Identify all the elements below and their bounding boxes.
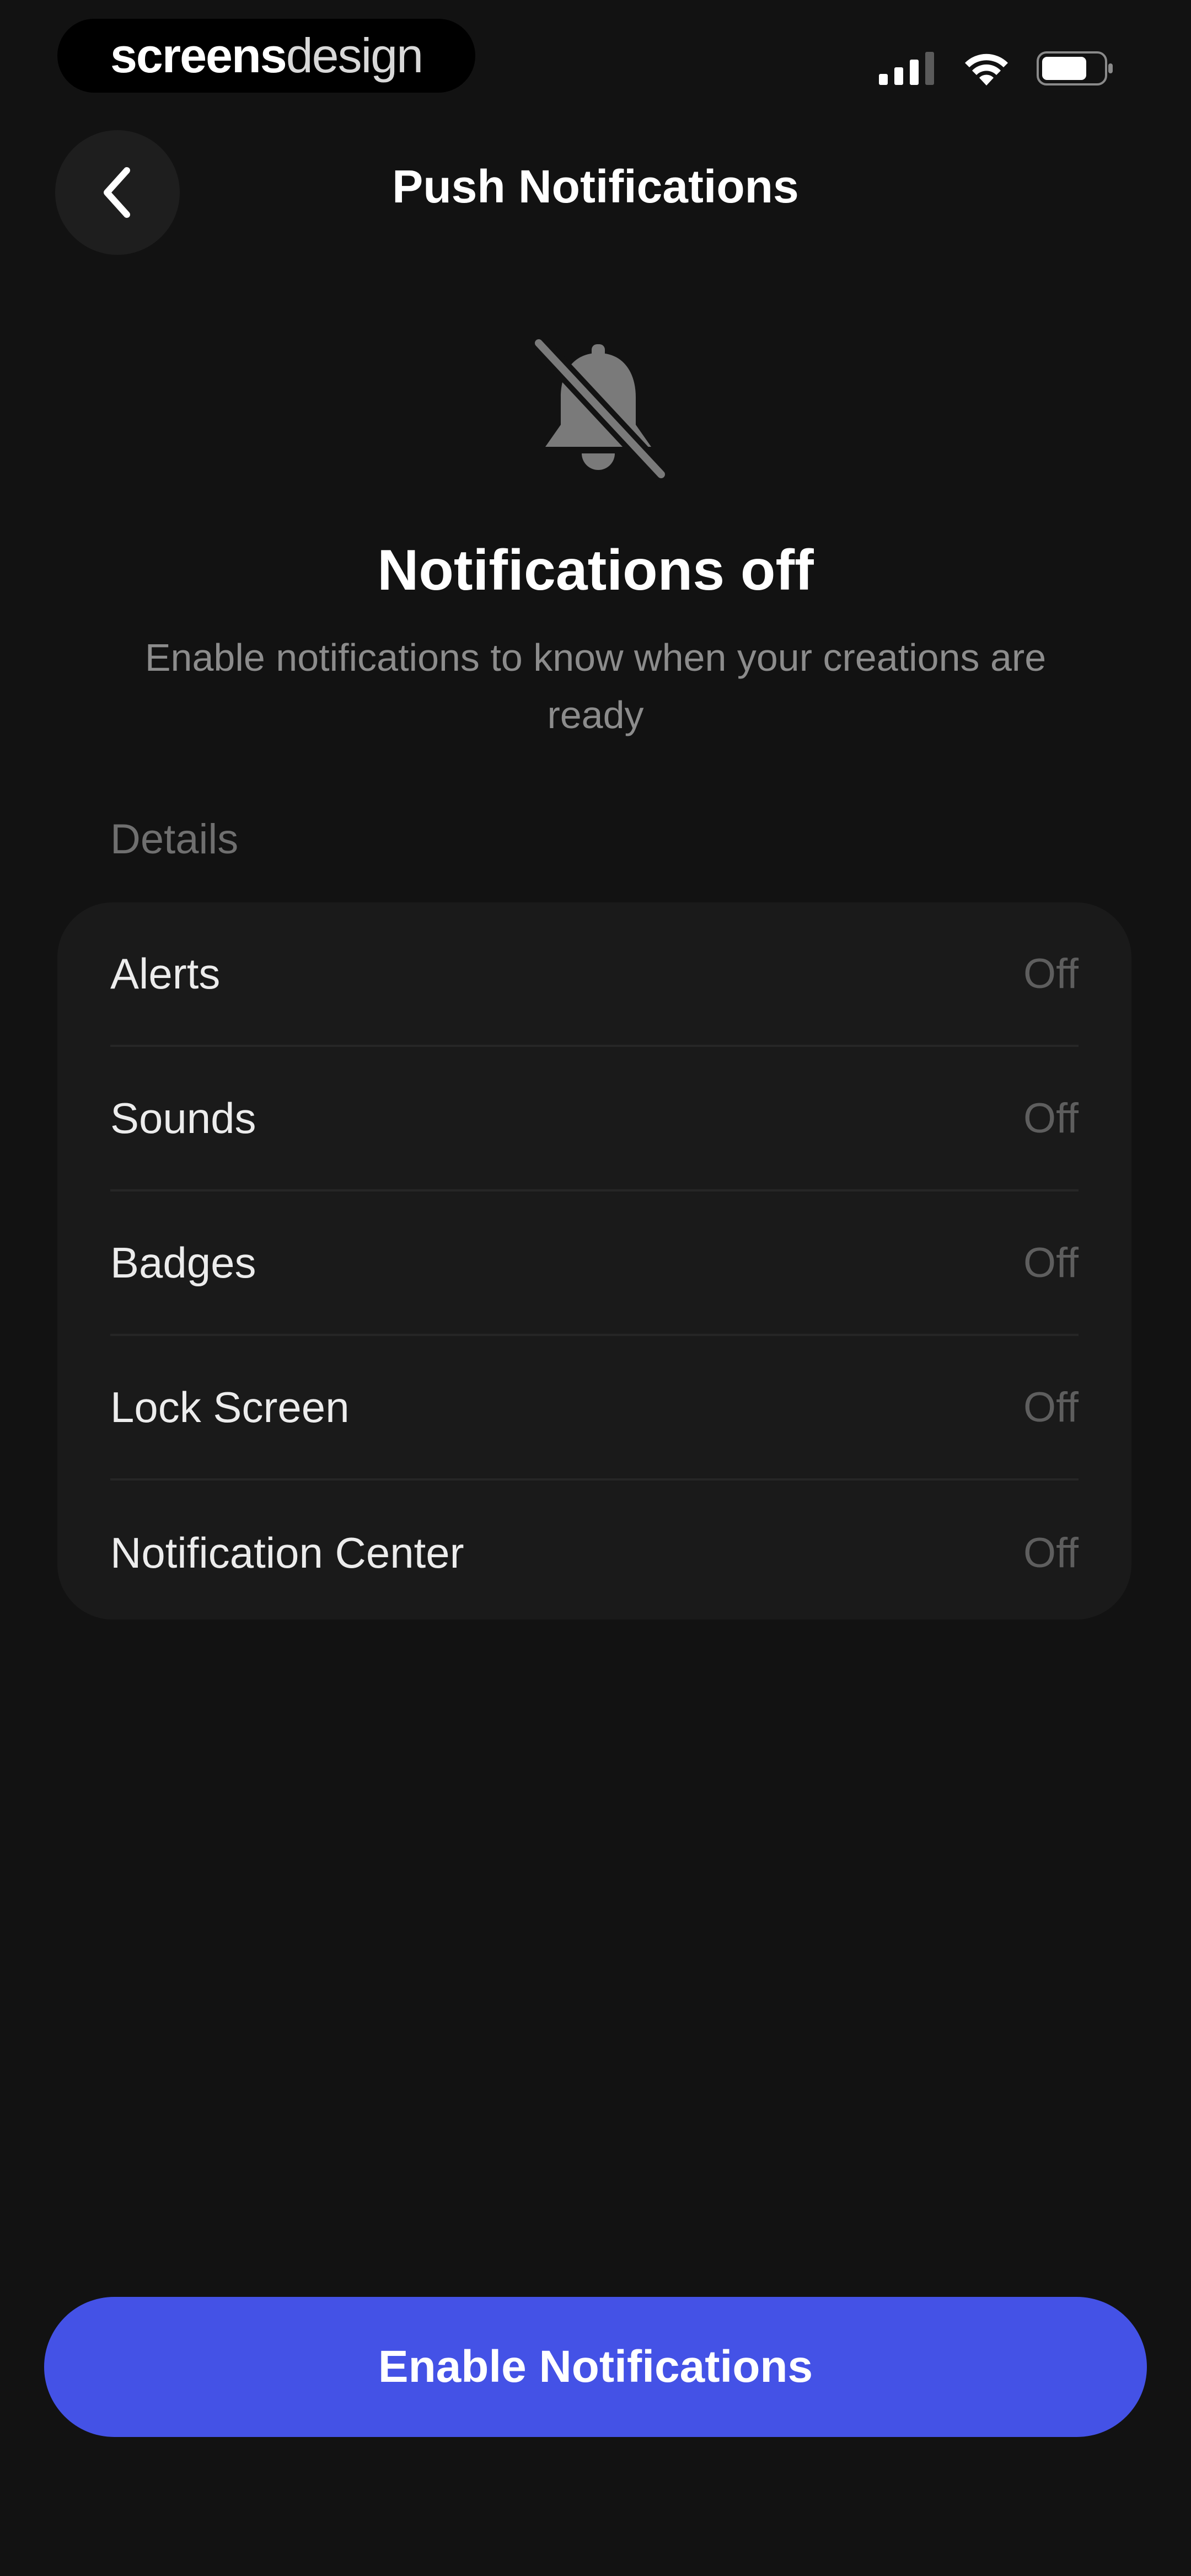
- row-value: Off: [1023, 1239, 1079, 1286]
- details-row-notification-center: Notification Center Off: [110, 1481, 1079, 1625]
- push-notifications-screen: screens design Push Notifications Notifi…: [0, 0, 1191, 2576]
- hero-subtitle: Enable notifications to know when your c…: [144, 636, 1047, 736]
- details-row-alerts: Alerts Off: [110, 902, 1079, 1047]
- watermark-bold-text: screens: [110, 28, 287, 83]
- details-section-label: Details: [110, 816, 239, 863]
- row-value: Off: [1023, 1383, 1079, 1431]
- details-row-lock-screen: Lock Screen Off: [110, 1336, 1079, 1481]
- row-label: Sounds: [110, 1093, 256, 1142]
- screensdesign-watermark: screens design: [57, 19, 475, 93]
- watermark-light-text: design: [286, 28, 423, 83]
- hero-title: Notifications off: [377, 538, 814, 602]
- row-value: Off: [1023, 1094, 1079, 1142]
- row-label: Badges: [110, 1238, 256, 1287]
- row-label: Lock Screen: [110, 1382, 350, 1431]
- enable-notifications-button[interactable]: Enable Notifications: [44, 2297, 1147, 2437]
- details-row-sounds: Sounds Off: [110, 1047, 1079, 1191]
- status-icons: [879, 45, 1114, 92]
- wifi-icon: [965, 54, 1008, 85]
- page-title: Push Notifications: [392, 161, 799, 212]
- row-value: Off: [1023, 1529, 1079, 1576]
- battery-icon: [1037, 51, 1113, 85]
- bell-slash-icon: [529, 336, 670, 484]
- details-card: Alerts Off Sounds Off Badges Off Lock Sc…: [57, 902, 1131, 1620]
- row-label: Alerts: [110, 949, 221, 998]
- cellular-signal-icon: [879, 52, 934, 85]
- details-row-badges: Badges Off: [110, 1191, 1079, 1336]
- row-value: Off: [1023, 950, 1079, 997]
- row-label: Notification Center: [110, 1528, 464, 1577]
